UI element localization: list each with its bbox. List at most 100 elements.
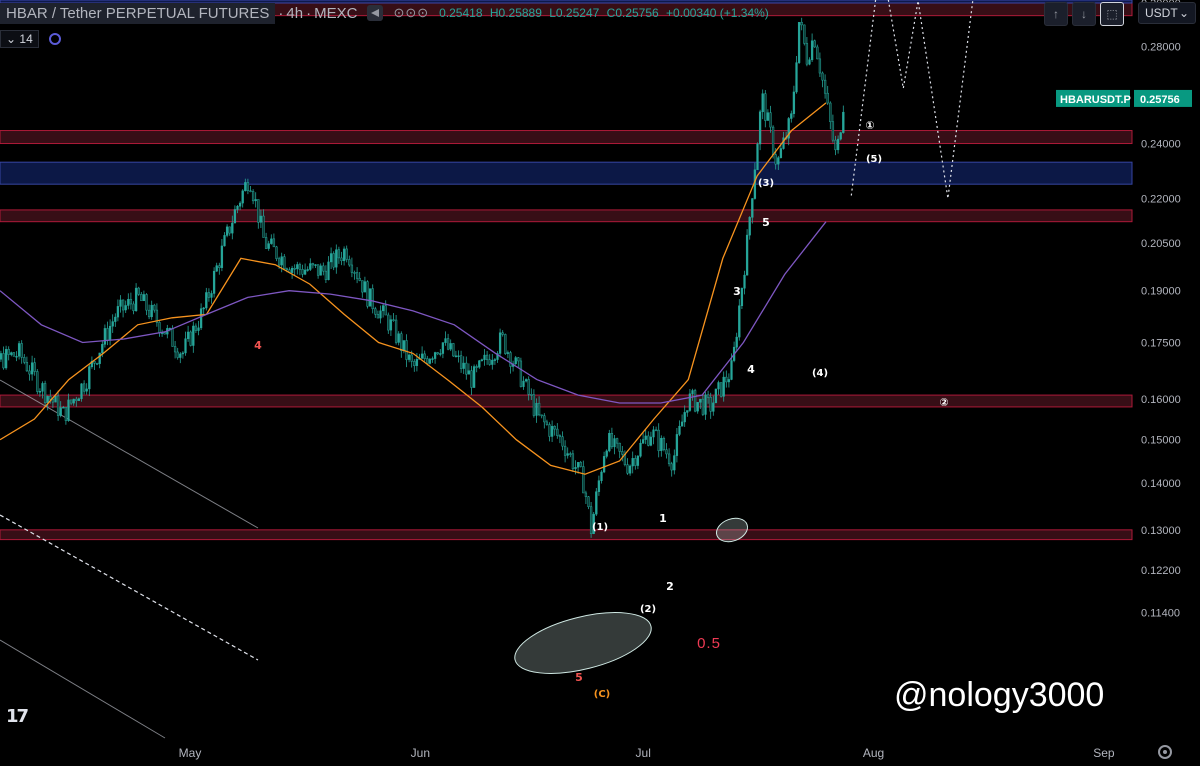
price-axis[interactable]	[1133, 26, 1200, 738]
candle	[12, 352, 16, 357]
candle	[530, 394, 533, 396]
y-tick-label: 0.11400	[1141, 608, 1180, 620]
candle	[678, 425, 681, 435]
candle	[51, 398, 55, 403]
candle	[636, 455, 640, 466]
candle	[335, 249, 338, 268]
candle	[545, 421, 549, 425]
candle	[628, 465, 632, 474]
candle	[740, 287, 744, 307]
candle	[553, 426, 556, 430]
candle	[181, 352, 185, 355]
candle	[803, 24, 806, 44]
candle	[842, 111, 845, 133]
candle	[480, 359, 484, 361]
indicator-toggle[interactable]: ⌄ 14	[0, 30, 39, 48]
symbol-title[interactable]: HBAR / Tether PERPETUAL FUTURES	[0, 2, 276, 24]
candle	[465, 362, 468, 375]
candle	[615, 438, 619, 444]
candle	[829, 102, 832, 122]
candle	[355, 272, 359, 279]
candle	[350, 264, 354, 273]
candle	[436, 352, 439, 355]
candle	[550, 426, 554, 437]
candle	[472, 366, 476, 388]
y-tick-label: 0.20500	[1141, 238, 1181, 250]
zone-red	[0, 529, 1133, 541]
arrow-down-icon[interactable]: ↓	[1072, 2, 1096, 26]
settings-gear-icon[interactable]	[1158, 745, 1172, 759]
timeframe-label[interactable]: 4h	[286, 5, 303, 22]
candle	[93, 361, 96, 364]
candle	[46, 396, 49, 404]
candle	[145, 294, 148, 311]
fullscreen-icon[interactable]: ⬚	[1100, 2, 1124, 26]
candle	[561, 436, 564, 447]
candle	[56, 395, 60, 416]
tradingview-logo-icon[interactable]: 17	[6, 706, 29, 727]
price-chart[interactable]: 45(C)(1)(2)12345(3)(4)(5)①②0.50.400000.3…	[0, 0, 1200, 766]
arrow-up-icon[interactable]: ↑	[1044, 2, 1068, 26]
candle	[257, 199, 260, 223]
candle	[121, 299, 125, 311]
candle	[777, 157, 780, 165]
candle	[41, 383, 44, 392]
candle	[498, 332, 502, 354]
candle	[509, 352, 512, 367]
candle	[493, 359, 497, 361]
candle	[600, 471, 603, 481]
candle	[712, 402, 715, 412]
candle	[584, 492, 588, 497]
candle	[582, 466, 585, 494]
candle	[132, 303, 135, 311]
currency-select[interactable]: USDT ⌄	[1138, 2, 1196, 24]
candle	[462, 362, 465, 369]
candle	[137, 287, 140, 295]
candle	[147, 309, 151, 318]
candle	[189, 331, 192, 346]
candle	[647, 435, 650, 446]
collapse-icon[interactable]	[367, 5, 384, 21]
candle	[407, 354, 411, 360]
y-tick-label: 0.13000	[1141, 525, 1181, 537]
candle	[303, 269, 307, 275]
more-options-icon[interactable]: ⊙⊙⊙	[393, 5, 429, 21]
y-tick-label: 0.19000	[1141, 286, 1181, 298]
candle	[249, 190, 252, 192]
candle	[394, 319, 398, 343]
candle	[197, 327, 200, 331]
candle	[485, 354, 489, 360]
candle	[457, 355, 460, 357]
candle	[194, 325, 198, 331]
candle	[488, 359, 491, 365]
candle	[475, 366, 478, 368]
moving-average-slow	[0, 221, 827, 404]
candle	[563, 445, 567, 456]
candle	[816, 46, 819, 60]
candle	[662, 437, 666, 450]
candle	[75, 398, 78, 401]
candle	[82, 383, 86, 392]
candle	[657, 429, 660, 451]
candle	[38, 391, 42, 393]
y-tick-label: 0.16000	[1141, 394, 1181, 406]
candle	[124, 305, 127, 311]
indicator-value: 14	[19, 32, 33, 46]
candle	[771, 126, 775, 155]
candle	[368, 288, 372, 307]
wave-label: 5	[575, 671, 583, 684]
candle	[519, 360, 523, 387]
candle	[301, 269, 304, 275]
candle	[179, 353, 182, 358]
candle	[738, 305, 741, 338]
ohlc-low: L0.25247	[549, 6, 600, 20]
candle	[192, 325, 195, 346]
candle	[683, 412, 686, 423]
wave-label: ①	[865, 119, 874, 132]
ohlc-readout: 0.25418 H0.25889 L0.25247 C0.25756 +0.00…	[439, 6, 773, 20]
candle	[680, 421, 684, 427]
candle	[821, 72, 824, 81]
candle	[444, 338, 447, 343]
x-tick-label: Jul	[636, 746, 651, 760]
candle	[134, 287, 138, 311]
